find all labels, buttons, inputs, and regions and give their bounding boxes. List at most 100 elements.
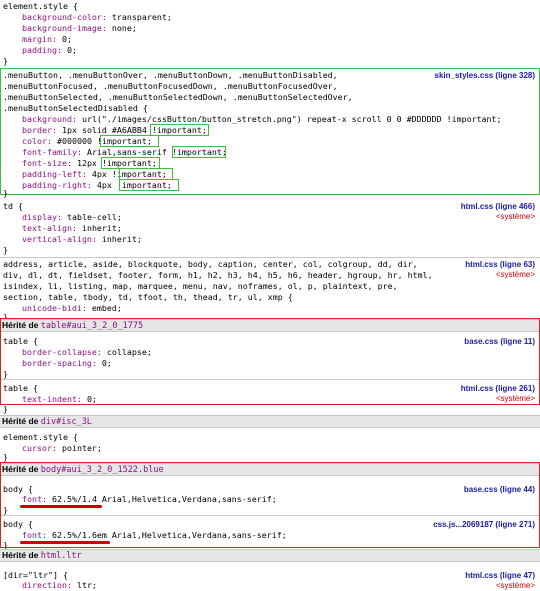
prop-value: url("./images/cssButton/button_stretch.p… — [76, 114, 502, 124]
prop-value: collapse; — [101, 347, 152, 357]
css-declaration[interactable]: font: 62.5%/1.6em Arial,Helvetica,Verdan… — [22, 530, 287, 541]
prop-name: font-family: — [22, 147, 82, 157]
prop-value: none; — [106, 23, 137, 33]
divider — [0, 257, 540, 258]
prop-name: border-collapse: — [22, 347, 102, 357]
prop-value: transparent; — [106, 12, 172, 22]
prop-name: color: — [22, 136, 52, 146]
divider — [1, 379, 539, 380]
prop-name: cursor: — [22, 443, 57, 453]
rule-selector: td { — [3, 201, 23, 211]
prop-value: inherit; — [96, 234, 142, 244]
system-label: <système> — [495, 212, 535, 221]
css-declaration[interactable]: text-align: inherit; — [22, 223, 122, 234]
source-link[interactable]: css.js...2069187 (ligne 271) — [433, 519, 535, 530]
rule-selector: address, article, aside, blockquote, bod… — [3, 259, 418, 269]
inherited-label: Hérité de — [2, 550, 41, 560]
css-declaration[interactable]: unicode-bidi: embed; — [22, 303, 122, 314]
source-link[interactable]: skin_styles.css (ligne 328) — [435, 70, 536, 81]
red-underline — [20, 541, 110, 544]
prop-value: ltr; — [71, 580, 97, 590]
prop-value: 4px — [91, 180, 117, 190]
css-declaration[interactable]: direction: ltr; — [22, 580, 97, 591]
prop-value: 1px solid #A6ABB4 — [56, 125, 152, 135]
prop-value: 12px — [71, 158, 102, 168]
inherited-element-link[interactable]: html.ltr — [41, 551, 82, 561]
source-link[interactable]: base.css (ligne 44) — [464, 484, 535, 495]
rule-selector: .menuButtonSelected, .menuButtonSelected… — [3, 92, 353, 102]
prop-name: text-align: — [22, 223, 77, 233]
css-declaration[interactable]: font: 62.5%/1.4 Arial,Helvetica,Verdana,… — [22, 494, 277, 505]
red-underline — [20, 505, 102, 508]
inherited-label: Hérité de — [2, 416, 41, 426]
rule-selector: table { — [3, 383, 38, 393]
rule-close-brace: } — [3, 245, 8, 255]
css-declaration[interactable]: cursor: pointer; — [22, 443, 102, 454]
rule-selector: table { — [3, 336, 38, 346]
important-highlight — [119, 179, 179, 191]
prop-value: 0; — [81, 394, 97, 404]
rule-selector: .menuButtonSelectedDisabled { — [3, 103, 148, 113]
source-link[interactable]: base.css (ligne 11) — [464, 336, 535, 347]
prop-name: direction: — [22, 580, 72, 590]
css-declaration[interactable]: background: url("./images/cssButton/butt… — [22, 114, 537, 125]
system-label: <système> — [495, 581, 535, 590]
prop-name: padding-left: — [22, 169, 87, 179]
rule-close-brace: } — [3, 188, 8, 198]
rule-selector: element.style { — [3, 432, 78, 442]
prop-value: 4px — [86, 169, 112, 179]
css-declaration[interactable]: text-indent: 0; — [22, 394, 97, 405]
inherited-header: Hérité de html.ltr — [0, 549, 540, 562]
prop-name: vertical-align: — [22, 234, 97, 244]
css-declaration[interactable]: background-image: none; — [22, 23, 137, 34]
prop-value: table-cell; — [61, 212, 122, 222]
rule-selector: element.style { — [3, 1, 78, 11]
rule-selector: isindex, li, listing, map, marquee, menu… — [3, 281, 398, 291]
rule-close-brace: } — [3, 56, 8, 66]
important-highlight — [172, 146, 226, 158]
prop-value: 0; — [61, 45, 77, 55]
prop-name: display: — [22, 212, 62, 222]
prop-name: background-image: — [22, 23, 107, 33]
inherited-header: Hérité de div#isc_3L — [0, 415, 540, 428]
rule-selector: .menuButtonFocused, .menuButtonFocusedDo… — [3, 81, 338, 91]
prop-name: padding: — [22, 45, 62, 55]
system-label: <système> — [495, 394, 535, 403]
css-declaration[interactable]: border-spacing: 0; — [22, 358, 112, 369]
css-declaration[interactable]: display: table-cell; — [22, 212, 122, 223]
prop-name: padding-right: — [22, 180, 92, 190]
prop-name: border: — [22, 125, 57, 135]
css-declaration[interactable]: border-collapse: collapse; — [22, 347, 152, 358]
prop-value: embed; — [86, 303, 122, 313]
inherited-element-link[interactable]: div#isc_3L — [41, 417, 92, 427]
css-declaration[interactable]: margin: 0; — [22, 34, 72, 45]
system-label: <système> — [495, 270, 535, 279]
prop-name: background: — [22, 114, 77, 124]
rule-selector: section, table, tbody, td, tfoot, th, th… — [3, 292, 293, 302]
prop-value: Arial,sans-serif — [81, 147, 172, 157]
rule-selector: div, dl, dt, fieldset, footer, form, h1,… — [3, 270, 433, 280]
prop-value: 0; — [96, 358, 112, 368]
prop-name: font: — [22, 494, 47, 504]
important-highlight — [100, 135, 159, 147]
css-rules-panel: element.style { background-color: transp… — [0, 0, 540, 591]
css-declaration[interactable]: background-color: transparent; — [22, 12, 172, 23]
rule-close-brace: } — [3, 404, 8, 414]
divider — [1, 515, 539, 516]
css-declaration[interactable]: vertical-align: inherit; — [22, 234, 142, 245]
prop-name: font: — [22, 530, 47, 540]
css-declaration[interactable]: padding: 0; — [22, 45, 77, 56]
prop-value: pointer; — [56, 443, 102, 453]
rule-selector: body { — [3, 519, 33, 529]
prop-name: border-spacing: — [22, 358, 97, 368]
prop-name: margin: — [22, 34, 57, 44]
prop-value: inherit; — [76, 223, 122, 233]
prop-value: 0; — [56, 34, 72, 44]
rule-selector: .menuButton, .menuButtonOver, .menuButto… — [3, 70, 338, 80]
prop-name: font-size: — [22, 158, 72, 168]
prop-name: background-color: — [22, 12, 107, 22]
prop-value: 62.5%/1.6em Arial,Helvetica,Verdana,sans… — [46, 530, 287, 540]
prop-value: #000000 — [51, 136, 97, 146]
prop-value: 62.5%/1.4 Arial,Helvetica,Verdana,sans-s… — [46, 494, 277, 504]
prop-name: text-indent: — [22, 394, 82, 404]
